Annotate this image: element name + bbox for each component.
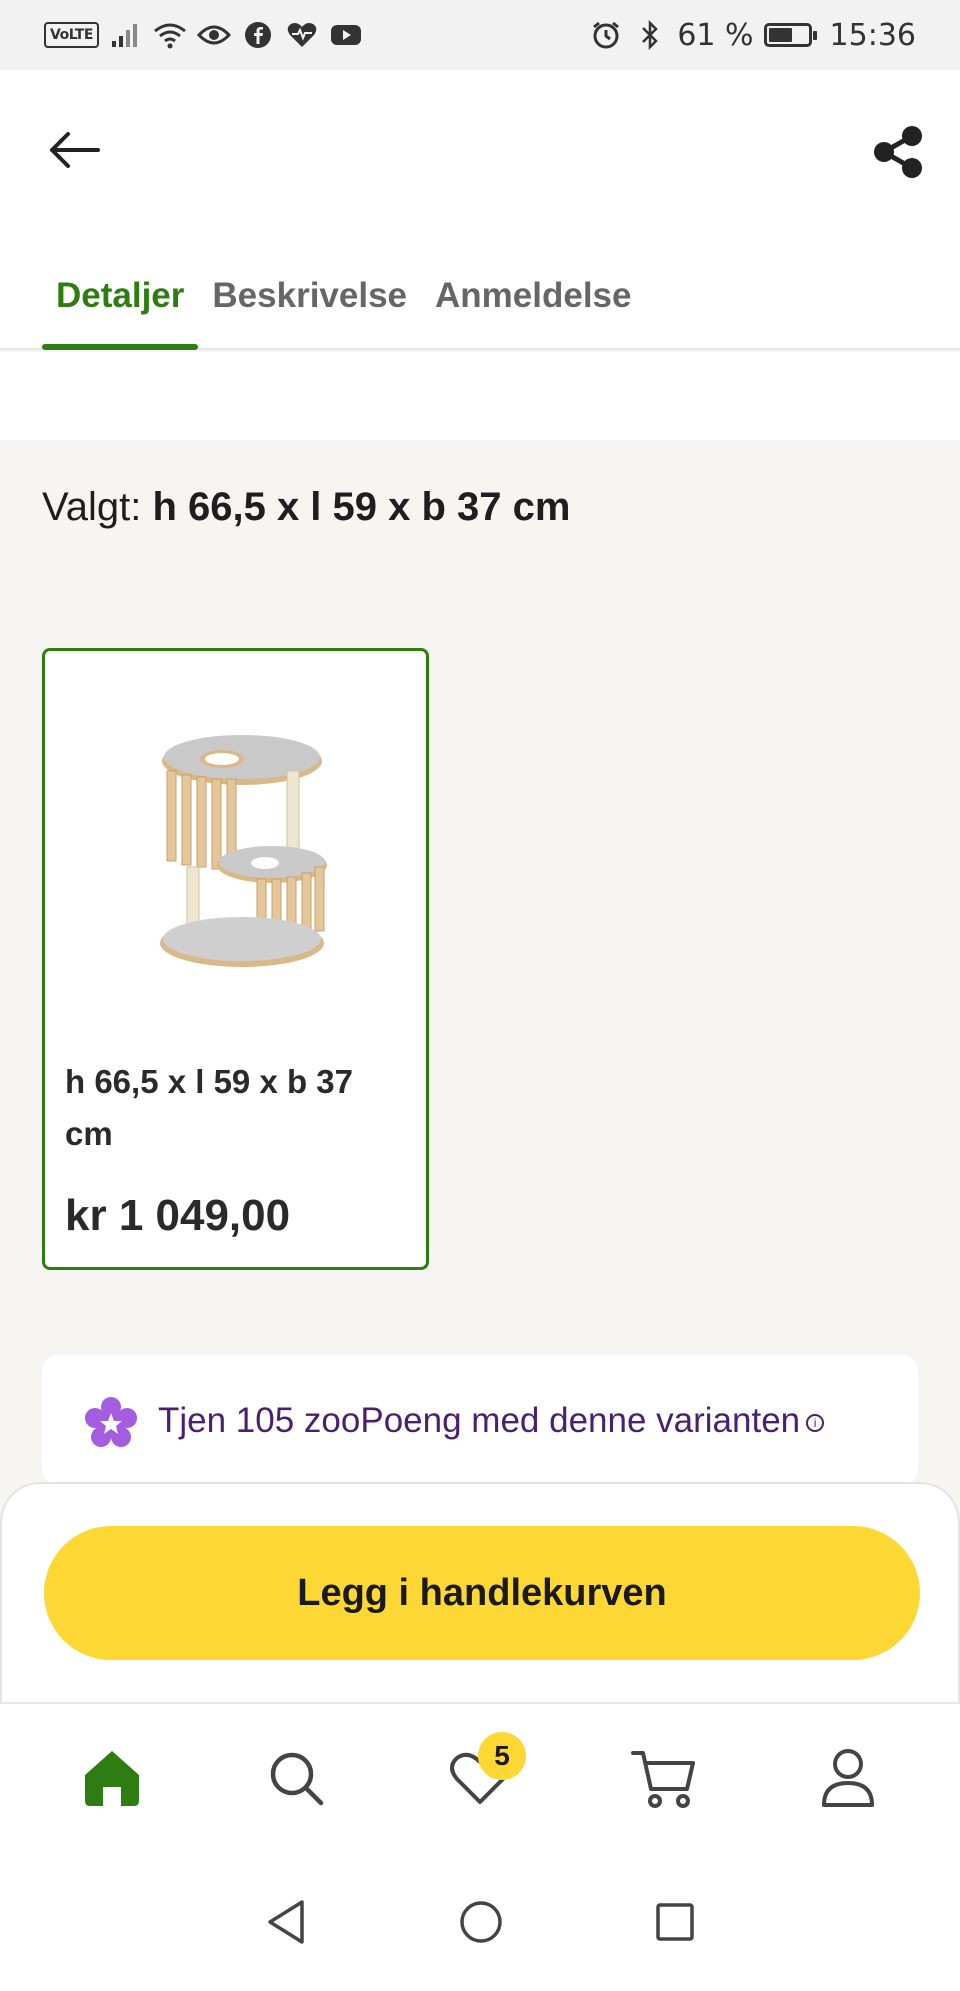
system-home-icon[interactable]: [458, 1899, 504, 1945]
user-icon: [822, 1749, 874, 1807]
wifi-icon: [153, 18, 187, 52]
add-to-cart-button[interactable]: Legg i handlekurven: [44, 1526, 920, 1660]
tab-anmeldelse[interactable]: Anmeldelse: [421, 260, 645, 348]
facebook-icon: [241, 18, 275, 52]
zoopoeng-info[interactable]: Tjen 105 zooPoeng med denne varianten i: [42, 1355, 918, 1485]
tab-bar: Detaljer Beskrivelse Anmeldelse: [0, 260, 960, 350]
nav-search[interactable]: [246, 1728, 346, 1828]
home-icon: [85, 1751, 139, 1806]
status-left: VoLTE: [44, 18, 363, 52]
share-button[interactable]: [866, 120, 930, 184]
nav-account[interactable]: [798, 1728, 898, 1828]
bluetooth-icon: [633, 18, 667, 52]
nav-home[interactable]: [62, 1728, 162, 1828]
volte-indicator: VoLTE: [44, 22, 99, 48]
system-recents-icon[interactable]: [654, 1901, 696, 1943]
status-right: 61 % 15:36: [589, 18, 916, 53]
system-navigation: [0, 1852, 960, 1991]
battery-icon: [763, 23, 817, 47]
wishlist-count-badge: 5: [478, 1732, 526, 1780]
selected-value: h 66,5 x l 59 x b 37 cm: [152, 485, 571, 529]
alarm-icon: [589, 18, 623, 52]
cart-icon: [631, 1751, 695, 1808]
share-icon: [874, 126, 922, 178]
status-bar: VoLTE 61 % 15:36: [0, 0, 960, 70]
points-text: Tjen 105 zooPoeng med denne varianten i: [158, 1401, 825, 1441]
health-heart-icon: [285, 18, 319, 52]
clock: 15:36: [829, 17, 916, 53]
points-message: Tjen 105 zooPoeng med denne varianten: [158, 1401, 801, 1440]
nav-cart[interactable]: [614, 1728, 714, 1828]
variant-price: kr 1 049,00: [65, 1191, 291, 1240]
variant-name: h 66,5 x l 59 x b 37 cm: [65, 1063, 354, 1152]
info-icon[interactable]: i: [806, 1413, 825, 1432]
cat-tree-image: [160, 735, 327, 967]
system-back-icon[interactable]: [264, 1898, 308, 1946]
app-header: Detaljer Beskrivelse Anmeldelse: [0, 70, 960, 350]
search-icon: [270, 1752, 324, 1806]
arrow-left-icon: [50, 132, 100, 168]
tab-beskrivelse[interactable]: Beskrivelse: [198, 260, 421, 348]
back-button[interactable]: [44, 120, 104, 180]
selected-variant-label: Valgt: h 66,5 x l 59 x b 37 cm: [42, 485, 570, 530]
eye-icon: [196, 18, 231, 52]
youtube-icon: [329, 18, 363, 52]
variant-card[interactable]: h 66,5 x l 59 x b 37 cm kr 1 049,00: [42, 648, 429, 1270]
battery-fill: [768, 28, 792, 42]
tab-detaljer[interactable]: Detaljer: [42, 260, 199, 350]
bottom-navigation: 5: [0, 1702, 960, 1852]
battery-percent: 61 %: [677, 17, 754, 53]
content-top-strip: [0, 352, 960, 440]
signal-icon: [109, 18, 143, 52]
selected-prefix: Valgt:: [42, 485, 153, 529]
nav-wishlist[interactable]: 5: [430, 1728, 530, 1828]
flower-badge-icon: [85, 1397, 137, 1447]
cart-panel: Legg i handlekurven: [0, 1482, 960, 1702]
